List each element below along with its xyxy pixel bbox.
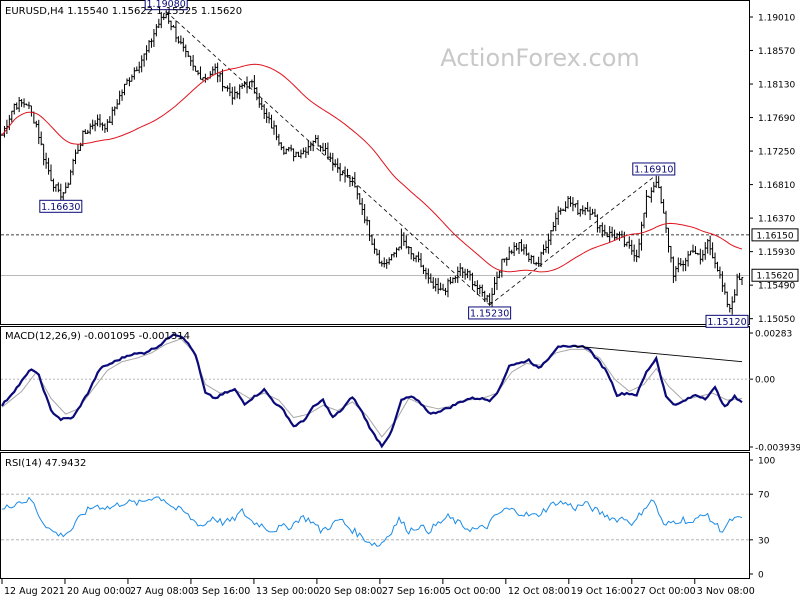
- swing-label: 1.16630: [39, 199, 83, 213]
- level-tag-text: 1.15620: [756, 272, 793, 282]
- level-tag-text: 1.16150: [756, 231, 793, 241]
- x-tick-label: 20 Sep 08:00: [319, 586, 382, 597]
- swing-label: 1.15120: [705, 314, 749, 328]
- price-y-tick-label: 1.18130: [758, 81, 795, 91]
- rsi-y-tick-label: 70: [758, 491, 770, 501]
- swing-label: 1.15230: [468, 306, 512, 320]
- price-y-tick-label: 1.15930: [758, 248, 795, 258]
- price-y-tick-label: 1.15050: [758, 315, 795, 325]
- macd-y-tick-label: -0.003939: [755, 444, 800, 454]
- swing-label-text: 1.16910: [634, 164, 673, 175]
- price-y-tick-label: 1.16810: [758, 181, 795, 191]
- level-tag: 1.15620: [751, 268, 799, 282]
- price-y-tick-label: 1.15490: [758, 282, 795, 292]
- x-tick-label: 27 Sep 16:00: [382, 586, 445, 597]
- price-y-tick-label: 1.18570: [758, 47, 795, 57]
- chart-canvas: ActionForex.com 1.190801.166301.169101.1…: [0, 0, 800, 600]
- background: [0, 0, 800, 600]
- x-tick-label: 5 Oct 00:00: [445, 586, 501, 597]
- macd-title: MACD(12,26,9) -0.001095 -0.001314: [5, 331, 190, 342]
- price-y-tick-label: 1.16370: [758, 215, 795, 225]
- x-tick-label: 12 Aug 2021: [4, 586, 65, 597]
- watermark: ActionForex.com: [440, 44, 640, 72]
- x-tick-label: 19 Oct 16:00: [571, 586, 633, 597]
- macd-y-tick-label: 0.00: [755, 376, 775, 386]
- price-y-tick-label: 1.17690: [758, 114, 795, 124]
- level-tag: 1.16150: [751, 228, 799, 242]
- price-y-tick-label: 1.19010: [758, 13, 795, 23]
- x-tick-label: 20 Aug 00:00: [67, 586, 131, 597]
- price-y-tick-label: 1.17250: [758, 148, 795, 158]
- x-tick-label: 12 Oct 08:00: [508, 586, 570, 597]
- rsi-title: RSI(14) 47.9432: [5, 458, 86, 469]
- swing-label: 1.16910: [632, 162, 676, 176]
- x-tick-label: 3 Nov 08:00: [697, 586, 755, 597]
- x-tick-label: 13 Sep 00:00: [256, 586, 319, 597]
- macd-y-tick-label: 0.00283: [755, 330, 792, 340]
- swing-label-text: 1.16630: [41, 202, 80, 213]
- x-tick-label: 27 Oct 00:00: [634, 586, 696, 597]
- x-tick-label: 3 Sep 16:00: [193, 586, 250, 597]
- swing-label-text: 1.15230: [470, 308, 509, 319]
- rsi-y-tick-label: 0: [758, 571, 764, 581]
- swing-label-text: 1.15120: [707, 317, 746, 328]
- x-tick-label: 27 Aug 08:00: [130, 586, 194, 597]
- rsi-y-tick-label: 100: [758, 457, 775, 467]
- rsi-y-tick-label: 30: [758, 536, 770, 546]
- price-header: EURUSD,H4 1.15540 1.15622 1.15525 1.1562…: [5, 6, 242, 17]
